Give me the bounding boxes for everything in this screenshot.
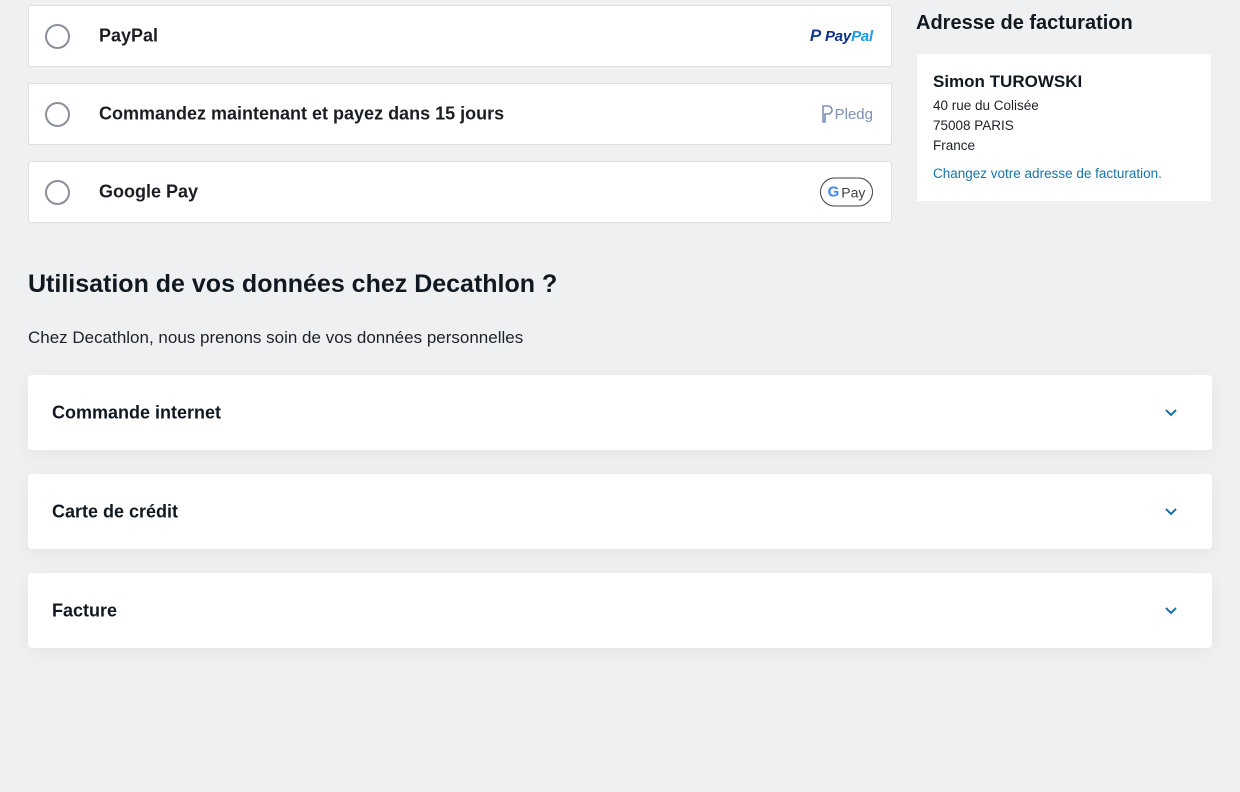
google-pay-logo: G Pay xyxy=(820,177,873,207)
billing-city: 75008 PARIS xyxy=(933,118,1014,133)
radio-button[interactable] xyxy=(45,180,70,205)
payment-option-paypal[interactable]: PayPal P PayPal xyxy=(28,5,892,67)
pledg-logo: Pledg xyxy=(821,104,873,124)
accordion-facture[interactable]: Facture xyxy=(28,573,1212,648)
payment-option-google-pay[interactable]: Google Pay G Pay xyxy=(28,161,892,223)
pledg-mark-icon xyxy=(821,105,833,123)
billing-name: Simon TUROWSKI xyxy=(933,72,1083,91)
accordion-label: Commande internet xyxy=(52,402,222,422)
chevron-down-icon xyxy=(1165,606,1177,614)
accordion-carte-de-credit[interactable]: Carte de crédit xyxy=(28,474,1212,549)
change-billing-address-link[interactable]: Changez votre adresse de facturation. xyxy=(933,166,1162,181)
chevron-down-icon xyxy=(1165,408,1177,416)
payment-option-label: PayPal xyxy=(99,25,159,46)
accordion-commande-internet[interactable]: Commande internet xyxy=(28,375,1212,450)
accordion-label: Carte de crédit xyxy=(52,501,179,521)
billing-country: France xyxy=(933,138,976,153)
billing-title: Adresse de facturation xyxy=(916,12,1133,34)
paypal-logo: P PayPal xyxy=(809,26,873,45)
data-usage-subtitle: Chez Decathlon, nous prenons soin de vos… xyxy=(28,328,524,347)
data-usage-title: Utilisation de vos données chez Decathlo… xyxy=(28,270,558,298)
accordion-label: Facture xyxy=(52,600,118,620)
payment-option-label: Commandez maintenant et payez dans 15 jo… xyxy=(99,103,505,124)
billing-street: 40 rue du Colisée xyxy=(933,98,1039,113)
payment-option-label: Google Pay xyxy=(99,181,199,202)
radio-button[interactable] xyxy=(45,102,70,127)
radio-button[interactable] xyxy=(45,24,70,49)
chevron-down-icon xyxy=(1165,507,1177,515)
payment-option-pledg[interactable]: Commandez maintenant et payez dans 15 jo… xyxy=(28,83,892,145)
billing-address-card: Simon TUROWSKI 40 rue du Colisée 75008 P… xyxy=(917,54,1211,201)
